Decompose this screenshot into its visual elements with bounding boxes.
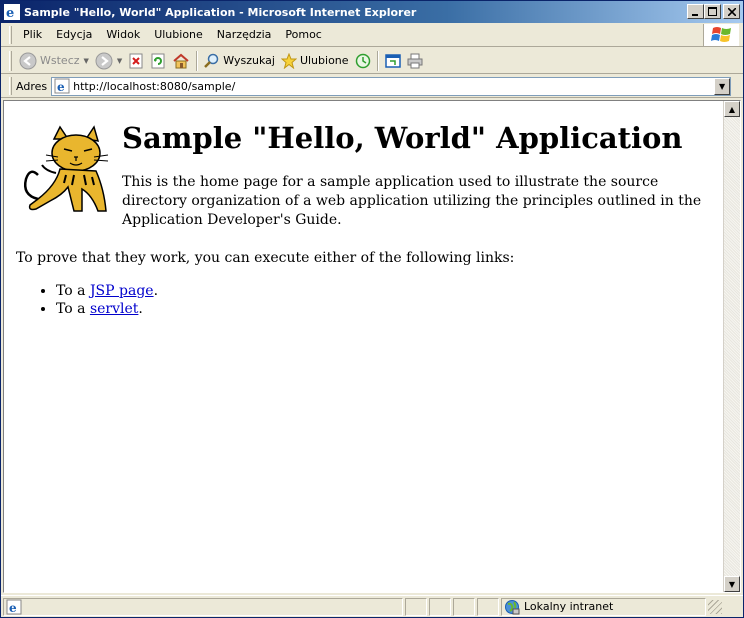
toolbar-separator-2: [376, 50, 379, 71]
tomcat-logo-icon: [24, 125, 109, 212]
link-prefix: To a: [56, 282, 90, 299]
close-button[interactable]: [723, 4, 740, 19]
resize-grip[interactable]: [708, 599, 722, 614]
header-block: Sample "Hello, World" Application This i…: [16, 111, 710, 230]
menu-pomoc[interactable]: Pomoc: [278, 26, 328, 43]
title-bar[interactable]: e Sample "Hello, World" Application - Mi…: [1, 1, 743, 23]
stop-button[interactable]: [125, 50, 147, 72]
maximize-button[interactable]: [704, 4, 721, 19]
address-label: Adres: [16, 79, 48, 93]
link-suffix: .: [138, 301, 143, 318]
scroll-up-button[interactable]: ▲: [724, 101, 740, 117]
svg-text:e: e: [57, 80, 65, 94]
window-controls: [687, 4, 740, 19]
security-zone-panel[interactable]: Lokalny intranet: [501, 597, 706, 616]
home-icon: [173, 53, 189, 68]
favorites-label: Ulubione: [299, 54, 349, 67]
mail-button[interactable]: [382, 50, 404, 72]
menu-narzedzia[interactable]: Narzędzia: [210, 26, 279, 43]
list-item: To a JSP page.: [56, 282, 710, 301]
forward-arrow-icon: [95, 52, 113, 69]
intranet-globe-icon: [505, 599, 520, 614]
status-panel: [429, 597, 451, 616]
menu-bar: Plik Edycja Widok Ulubione Narzędzia Pom…: [1, 23, 743, 47]
status-bar: e Lokalny intranet: [1, 595, 743, 617]
menu-edycja[interactable]: Edycja: [49, 26, 99, 43]
toolbar-grip[interactable]: [9, 50, 12, 71]
menu-widok[interactable]: Widok: [99, 26, 147, 43]
windows-logo-icon: [703, 24, 739, 46]
home-button[interactable]: [169, 50, 193, 72]
minimize-button[interactable]: [687, 4, 704, 19]
menu-ulubione[interactable]: Ulubione: [147, 26, 210, 43]
menu-plik[interactable]: Plik: [16, 26, 49, 43]
address-input[interactable]: [73, 79, 694, 93]
media-window-icon: [384, 53, 401, 68]
status-panel: [453, 597, 475, 616]
page-status-icon: e: [6, 599, 22, 615]
favorites-button[interactable]: Ulubione: [278, 50, 352, 72]
scroll-down-button[interactable]: ▼: [724, 576, 740, 592]
browser-window: e Sample "Hello, World" Application - Mi…: [0, 0, 744, 618]
refresh-icon: [151, 53, 165, 68]
link-suffix: .: [153, 282, 159, 299]
history-icon: [355, 53, 370, 68]
address-field[interactable]: e ▼: [51, 76, 732, 96]
back-dropdown-icon[interactable]: ▼: [84, 57, 89, 65]
svg-text:e: e: [9, 601, 17, 615]
search-label: Wyszukaj: [223, 54, 275, 67]
back-label: Wstecz: [40, 54, 80, 67]
status-main-panel: e: [3, 597, 403, 616]
stop-icon: [129, 53, 143, 68]
link-prefix: To a: [56, 301, 90, 318]
standard-toolbar: Wstecz ▼ ▼ Wyszukaj Ulubione: [1, 48, 743, 74]
svg-text:e: e: [6, 6, 14, 20]
intro-paragraph: This is the home page for a sample appli…: [122, 173, 702, 228]
address-dropdown-button[interactable]: ▼: [714, 77, 731, 95]
print-icon: [407, 53, 423, 68]
refresh-button[interactable]: [147, 50, 169, 72]
jsp-page-link[interactable]: JSP page: [90, 283, 154, 299]
ie-page-icon: e: [54, 78, 70, 94]
status-panel: [405, 597, 427, 616]
ie-app-icon[interactable]: e: [4, 4, 20, 20]
toolbar-separator: [196, 50, 199, 71]
prove-paragraph: To prove that they work, you can execute…: [16, 249, 515, 266]
window-title: Sample "Hello, World" Application - Micr…: [24, 5, 417, 19]
zone-label: Lokalny intranet: [524, 600, 614, 613]
vertical-scrollbar[interactable]: ▲ ▼: [723, 101, 740, 592]
favorites-star-icon: [280, 52, 297, 69]
history-button[interactable]: [352, 50, 374, 72]
servlet-link[interactable]: servlet: [90, 301, 138, 317]
print-button[interactable]: [404, 50, 426, 72]
page-heading: Sample "Hello, World" Application: [122, 121, 683, 155]
links-list: To a JSP page. To a servlet.: [56, 282, 710, 320]
page-content: Sample "Hello, World" Application This i…: [4, 101, 722, 592]
status-panel: [477, 597, 499, 616]
search-button[interactable]: Wyszukaj: [201, 50, 278, 72]
back-button[interactable]: Wstecz ▼: [16, 50, 92, 72]
back-arrow-icon: [19, 52, 37, 69]
page-viewport: Sample "Hello, World" Application This i…: [3, 100, 741, 593]
address-bar: Adres e ▼: [1, 75, 743, 98]
search-icon: [204, 53, 219, 68]
addressbar-grip[interactable]: [9, 77, 12, 95]
list-item: To a servlet.: [56, 300, 710, 319]
forward-button[interactable]: ▼: [92, 50, 125, 72]
menubar-grip[interactable]: [9, 25, 12, 44]
header-text: Sample "Hello, World" Application This i…: [122, 111, 710, 230]
forward-dropdown-icon[interactable]: ▼: [117, 57, 122, 65]
